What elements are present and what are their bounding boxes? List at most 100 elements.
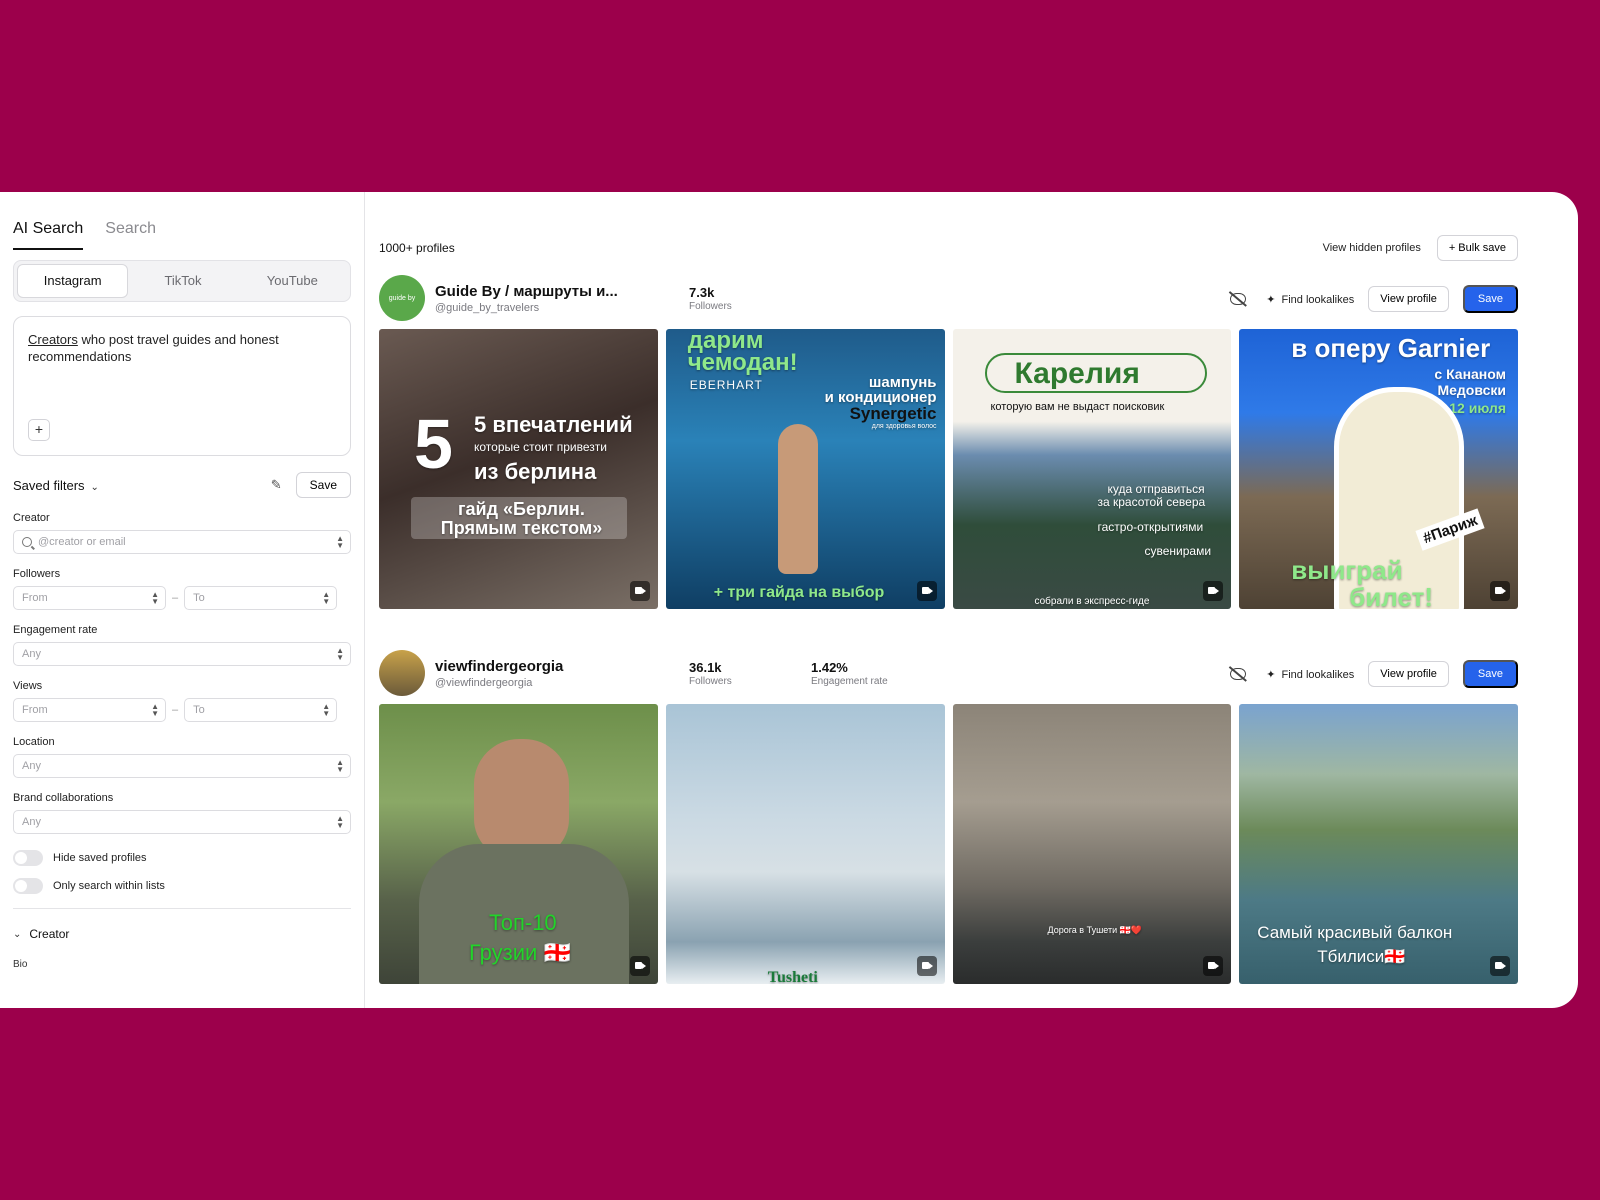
location-select[interactable]: Any ▲ ▼ — [13, 754, 351, 778]
tab-ai-search[interactable]: AI Search — [13, 220, 84, 250]
engagement-label: Engagement rate — [811, 676, 888, 687]
ai-prompt-input[interactable]: Creators who post travel guides and hone… — [13, 316, 351, 456]
post-thumbnail[interactable]: Самый красивый балкон Тбилиси🇬🇪 — [1239, 704, 1518, 984]
video-icon — [1203, 956, 1224, 976]
views-from-text: From — [22, 704, 48, 716]
followers-from-text: From — [22, 592, 48, 604]
profile-actions: ✦ Find lookalikes View profile Save — [1230, 285, 1518, 313]
views-to-select[interactable]: To ▲ ▼ — [184, 698, 338, 722]
find-lookalikes-button[interactable]: ✦ Find lookalikes — [1266, 668, 1354, 681]
followers-label: Followers — [689, 301, 732, 312]
post-caption: 5 — [414, 405, 453, 483]
updown-icon: ▲ ▼ — [151, 590, 159, 606]
post-thumbnail[interactable]: 5 5 впечатлений которые стоит привезти и… — [379, 329, 658, 609]
post-thumbnail[interactable]: Дорога в Тушети 🇬🇪❤️ — [952, 704, 1232, 984]
avatar-logo-text: guide by — [388, 294, 416, 302]
post-caption: которые стоит привезти — [474, 440, 607, 454]
tab-search[interactable]: Search — [105, 220, 156, 250]
location-value: Any — [22, 760, 41, 772]
find-lookalikes-label: Find lookalikes — [1281, 668, 1355, 681]
profile-actions: ✦ Find lookalikes View profile Save — [1230, 660, 1518, 688]
save-profile-button[interactable]: Save — [1462, 285, 1518, 313]
post-thumbnail[interactable]: Tusheti — [665, 704, 945, 984]
post-caption: Самый красивый балкон — [1257, 923, 1453, 942]
followers-count: 7.3k — [689, 285, 715, 300]
range-dash: – — [172, 704, 179, 716]
eye-off-icon[interactable] — [1230, 668, 1247, 680]
post-caption: 5 впечатлений — [474, 412, 633, 437]
profile-name[interactable]: viewfindergeorgia — [435, 658, 670, 675]
post-thumbnail[interactable]: дарим чемодан! EBERHART шампунь и кондиц… — [665, 329, 945, 609]
brand-collab-select[interactable]: Any ▲ ▼ — [13, 810, 351, 834]
views-label: Views — [13, 680, 43, 692]
followers-from-select[interactable]: From ▲ ▼ — [13, 586, 166, 610]
updown-icon: ▲ ▼ — [336, 814, 344, 830]
post-caption: EBERHART — [689, 378, 763, 392]
only-lists-row: Only search within lists — [13, 878, 351, 894]
updown-icon: ▲ ▼ — [322, 590, 331, 606]
tab-instagram[interactable]: Instagram — [17, 264, 129, 298]
post-thumbnail[interactable]: в оперу Garnier с Кананом Медовски 12 ию… — [1239, 329, 1518, 609]
results-panel: 1000+ profiles View hidden profiles + Bu… — [365, 192, 1578, 1008]
post-caption: сувенирами — [1144, 544, 1212, 558]
creator-placeholder: @creator or email — [38, 536, 126, 548]
only-lists-toggle[interactable] — [13, 878, 43, 894]
profile-header: viewfindergeorgia @viewfindergeorgia 36.… — [379, 650, 1518, 696]
followers-range: From ▲ ▼ – To ▲ ▼ — [13, 586, 351, 610]
engagement-stat: 1.42% Engagement rate — [811, 660, 888, 687]
profile-header: guide by Guide By / маршруты и... @guide… — [379, 275, 1518, 321]
video-icon — [916, 956, 937, 976]
view-profile-button[interactable]: View profile — [1368, 661, 1449, 687]
profile-card: viewfindergeorgia @viewfindergeorgia 36.… — [379, 650, 1518, 984]
avatar[interactable]: guide by — [379, 275, 425, 321]
post-caption: 12 июля — [1449, 400, 1506, 416]
followers-to-select[interactable]: To ▲ ▼ — [184, 586, 338, 610]
view-hidden-profiles-link[interactable]: View hidden profiles — [1323, 242, 1421, 254]
find-lookalikes-label: Find lookalikes — [1281, 293, 1355, 306]
results-count: 1000+ profiles — [379, 241, 455, 255]
views-from-select[interactable]: From ▲ ▼ — [13, 698, 166, 722]
hide-saved-toggle[interactable] — [13, 850, 43, 866]
filters-sidebar: AI Search Search Instagram TikTok YouTub… — [0, 192, 365, 1008]
hide-saved-row: Hide saved profiles — [13, 850, 351, 866]
tab-youtube[interactable]: YouTube — [238, 264, 347, 298]
post-caption: Медовски — [1437, 382, 1506, 398]
engagement-label: Engagement rate — [13, 624, 98, 636]
engagement-select[interactable]: Any ▲ ▼ — [13, 642, 351, 666]
sparkle-icon: ✦ — [1266, 668, 1276, 681]
followers-to-text: To — [193, 592, 205, 604]
post-caption: Прямым текстом» — [440, 518, 603, 538]
profile-handle: @guide_by_travelers — [435, 301, 540, 314]
video-icon — [1490, 581, 1510, 601]
tab-tiktok[interactable]: TikTok — [128, 264, 237, 298]
profile-card: guide by Guide By / маршруты и... @guide… — [379, 275, 1518, 609]
updown-icon: ▲ ▼ — [322, 702, 331, 718]
creator-search-input[interactable]: @creator or email ▲ ▼ — [13, 530, 351, 554]
person-face — [474, 739, 569, 859]
creator-section-toggle[interactable]: ⌄ Creator — [13, 927, 351, 941]
save-filters-button[interactable]: Save — [295, 472, 351, 498]
find-lookalikes-button[interactable]: ✦ Find lookalikes — [1266, 293, 1354, 306]
view-profile-button[interactable]: View profile — [1368, 286, 1449, 312]
profile-name[interactable]: Guide By / маршруты и... — [435, 283, 670, 300]
post-thumbnail[interactable]: Топ-10 Грузии 🇬🇪 — [379, 704, 658, 984]
avatar[interactable] — [379, 650, 425, 696]
save-profile-button[interactable]: Save — [1462, 660, 1518, 688]
video-icon — [629, 956, 650, 976]
video-icon — [1490, 956, 1510, 976]
ai-prompt-text: Creators who post travel guides and hone… — [28, 331, 336, 365]
pencil-icon[interactable]: ✎ — [271, 477, 282, 493]
post-thumbnail[interactable]: Карелия которую вам не выдаст поисковик … — [952, 329, 1232, 609]
post-grid: 5 5 впечатлений которые стоит привезти и… — [379, 329, 1518, 609]
post-caption: куда отправиться — [1107, 482, 1205, 496]
eye-off-icon[interactable] — [1230, 293, 1247, 305]
post-caption: из берлина — [474, 459, 597, 484]
post-caption: для здоровья волос — [871, 423, 937, 430]
post-caption: шампунь — [868, 374, 937, 391]
saved-filters-dropdown[interactable]: Saved filters ⌄ — [13, 478, 99, 493]
updown-icon: ▲ ▼ — [336, 534, 344, 550]
post-caption: гайд «Берлин. — [458, 499, 585, 519]
add-attachment-button[interactable]: + — [28, 419, 50, 441]
app-window: AI Search Search Instagram TikTok YouTub… — [0, 192, 1578, 1008]
bulk-save-button[interactable]: + Bulk save — [1436, 235, 1518, 261]
